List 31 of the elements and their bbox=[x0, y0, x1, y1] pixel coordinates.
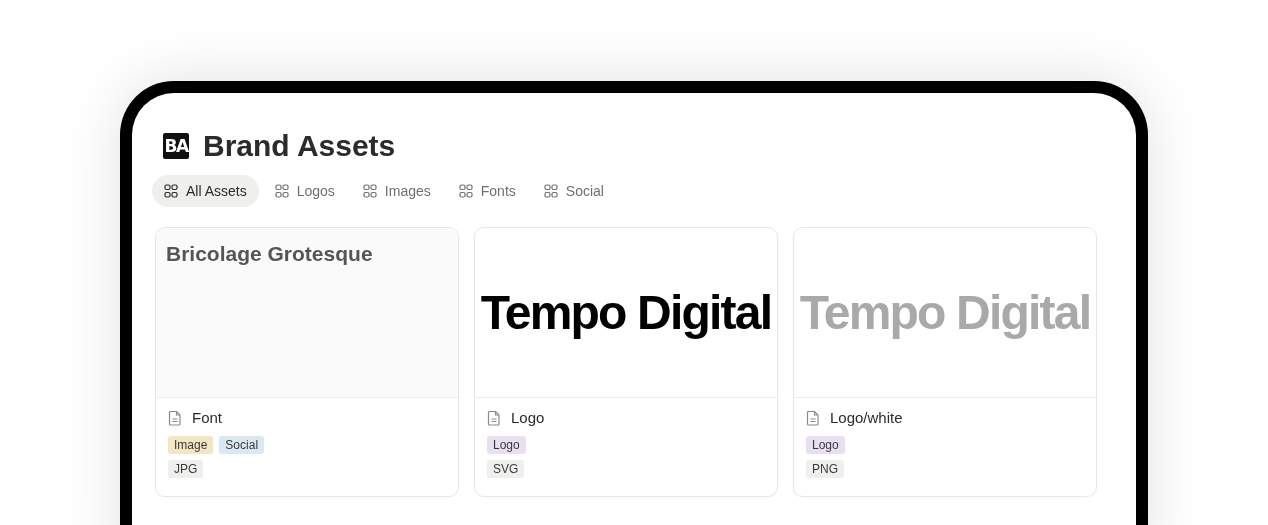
font-sample-text: Bricolage Grotesque bbox=[166, 242, 373, 265]
gallery-icon bbox=[362, 184, 377, 198]
view-tab[interactable]: Logos bbox=[262, 175, 347, 207]
gallery-icon bbox=[164, 184, 178, 198]
page-title: Brand Assets bbox=[203, 129, 396, 163]
gallery-icon bbox=[274, 184, 289, 198]
asset-card[interactable]: Tempo Digital Logo Logo SVG bbox=[474, 227, 778, 497]
category-tag: Logo bbox=[806, 436, 845, 454]
asset-name: Logo/white bbox=[830, 409, 903, 426]
asset-name: Font bbox=[192, 409, 222, 426]
view-tab[interactable]: Social bbox=[531, 175, 616, 207]
gallery-icon bbox=[458, 184, 473, 198]
gallery-icon bbox=[543, 184, 558, 198]
wordmark-text: Tempo Digital bbox=[799, 285, 1091, 340]
view-tab[interactable]: Images bbox=[350, 175, 443, 207]
category-tag: Logo bbox=[487, 436, 526, 454]
wordmark-text: Tempo Digital bbox=[480, 285, 772, 340]
asset-name: Logo bbox=[511, 409, 545, 426]
document-icon bbox=[806, 409, 820, 426]
category-tag: Social bbox=[219, 436, 265, 454]
category-tag: Image bbox=[168, 436, 214, 454]
document-icon bbox=[168, 409, 182, 426]
file-type-tag: SVG bbox=[487, 460, 525, 478]
view-tab[interactable]: Fonts bbox=[446, 175, 528, 207]
file-type-tag: PNG bbox=[806, 460, 844, 478]
file-type-tag: JPG bbox=[168, 460, 204, 478]
view-tab[interactable]: All Assets bbox=[152, 175, 259, 207]
asset-card[interactable]: Bricolage Grotesque Font Image Social JPG bbox=[155, 227, 459, 497]
asset-card[interactable]: Tempo Digital Logo/white Logo PNG bbox=[793, 227, 1097, 497]
page-icon: BA bbox=[163, 133, 189, 159]
document-icon bbox=[487, 409, 501, 426]
